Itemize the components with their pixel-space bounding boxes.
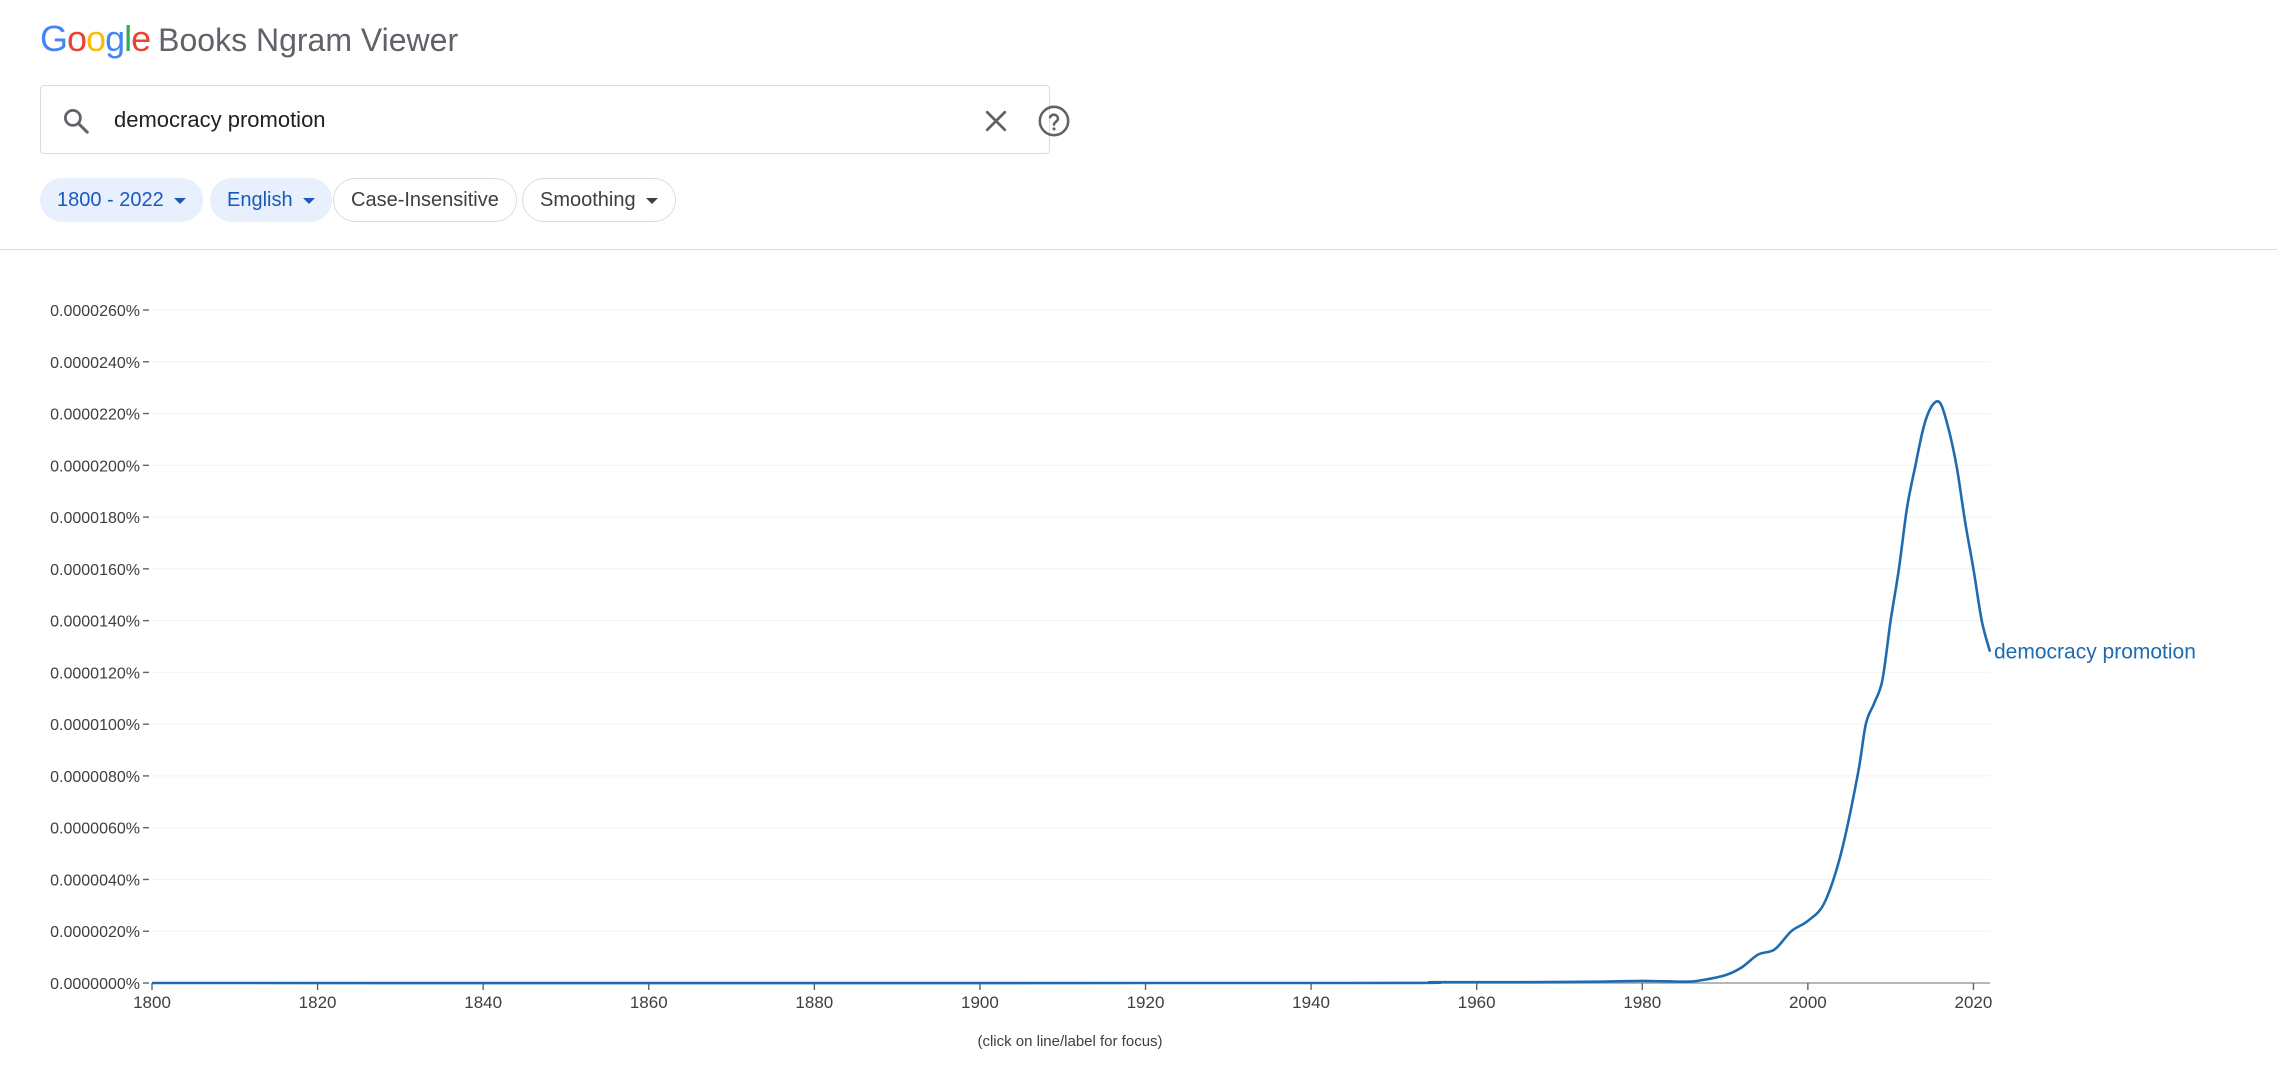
y-tick-label: 0.0000120% [50, 665, 140, 682]
logo-letter: g [105, 18, 125, 59]
google-books-ngram-logo[interactable]: Google Books Ngram Viewer [40, 18, 458, 60]
y-tick-label: 0.0000160% [50, 562, 140, 579]
logo-product-name: Books Ngram Viewer [158, 22, 459, 58]
smoothing-dropdown[interactable]: Smoothing [522, 178, 676, 222]
chevron-down-icon [645, 197, 658, 204]
y-axis: 0.0000000% 0.0000020% 0.0000040% 0.0000060%… [50, 303, 149, 993]
chart-grid [152, 309, 1990, 932]
logo-letter: G [40, 18, 68, 59]
search-icon [64, 109, 89, 134]
y-tick-label: 0.0000260% [50, 303, 140, 320]
series-line[interactable] [151, 399, 1992, 985]
x-tick-label: 1840 [464, 993, 502, 1012]
corpus-label: English [227, 189, 293, 211]
case-insensitive-label: Case-Insensitive [351, 189, 499, 211]
close-icon[interactable] [981, 106, 1011, 136]
google-logo-text: Google [40, 18, 151, 60]
x-tick-label: 1820 [299, 993, 337, 1012]
x-tick-label: 1880 [795, 993, 833, 1012]
search-input[interactable]: democracy promotion [114, 86, 326, 153]
corpus-dropdown[interactable]: English [210, 178, 332, 222]
y-tick-label: 0.0000140% [50, 614, 140, 631]
chevron-down-icon [173, 197, 186, 204]
y-tick-label: 0.0000200% [50, 458, 140, 475]
logo-letter: e [131, 18, 151, 59]
x-tick-label: 1960 [1458, 993, 1496, 1012]
x-tick-label: 2020 [1955, 993, 1993, 1012]
x-axis: 1800 1820 1840 1860 1880 1900 1920 1940 1960 1980… [133, 982, 1993, 1012]
series-label[interactable]: democracy promotion [1994, 641, 2196, 664]
y-tick-label: 0.0000220% [50, 407, 140, 424]
chart-hint: (click on line/label for focus) [977, 1033, 1163, 1050]
search-box[interactable]: democracy promotion [40, 85, 1070, 154]
chevron-down-icon [302, 197, 315, 204]
case-insensitive-toggle[interactable]: Case-Insensitive [333, 178, 517, 222]
header: Google Books Ngram Viewer democracy prom… [0, 0, 2277, 250]
chart-series: democracy promotion [151, 399, 2196, 985]
logo-letter: o [67, 18, 87, 59]
y-tick-label: 0.0000180% [50, 510, 140, 527]
ngram-chart: 0.0000000% 0.0000020% 0.0000040% 0.0000060%… [0, 251, 2277, 1079]
y-tick-label: 0.0000000% [50, 976, 140, 993]
y-tick-label: 0.0000060% [50, 821, 140, 838]
help-icon[interactable] [1037, 104, 1071, 138]
x-tick-label: 1800 [133, 993, 171, 1012]
y-tick-label: 0.0000020% [50, 924, 140, 941]
y-tick-label: 0.0000040% [50, 872, 140, 889]
y-tick-label: 0.0000080% [50, 769, 140, 786]
year-range-label: 1800 - 2022 [57, 189, 164, 211]
x-tick-label: 1860 [630, 993, 668, 1012]
y-tick-label: 0.0000240% [50, 355, 140, 372]
x-tick-label: 1920 [1127, 993, 1165, 1012]
y-tick-label: 0.0000100% [50, 717, 140, 734]
logo-letter: o [86, 18, 106, 59]
smoothing-label: Smoothing [540, 189, 636, 211]
x-tick-label: 2000 [1789, 993, 1827, 1012]
logo-letter: l [124, 18, 132, 59]
x-tick-label: 1900 [961, 993, 999, 1012]
x-tick-label: 1980 [1623, 993, 1661, 1012]
x-tick-label: 1940 [1292, 993, 1330, 1012]
year-range-dropdown[interactable]: 1800 - 2022 [40, 178, 203, 222]
chart-svg: 0.0000000% 0.0000020% 0.0000040% 0.0000060%… [50, 303, 2196, 1012]
